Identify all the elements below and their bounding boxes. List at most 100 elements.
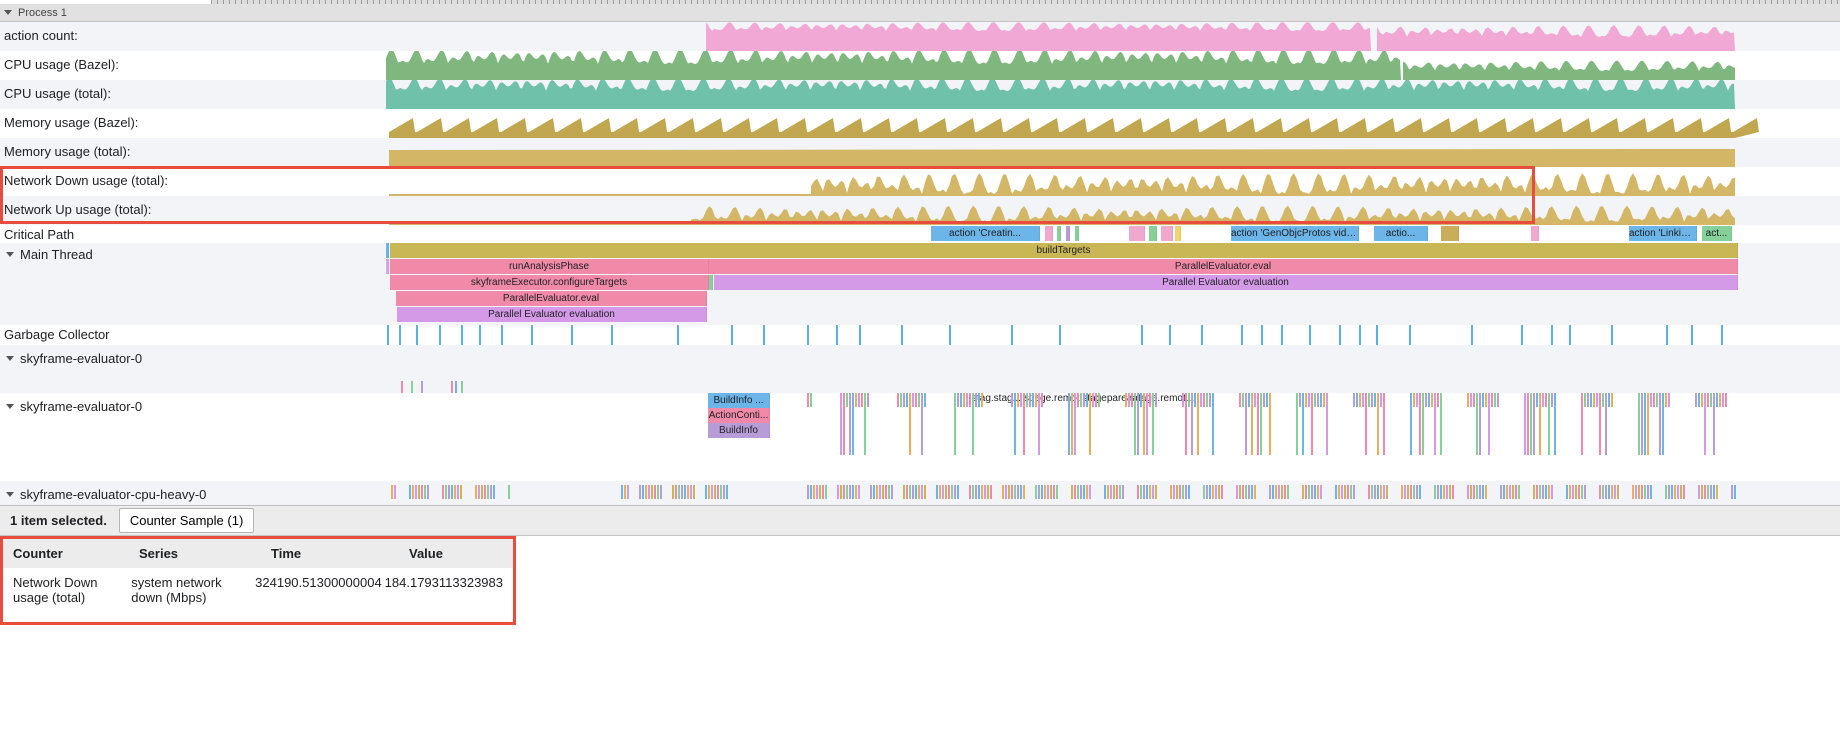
- flame-sliver[interactable]: [1437, 485, 1439, 499]
- flame-sliver[interactable]: [939, 485, 941, 499]
- flame-sliver[interactable]: [1074, 485, 1076, 499]
- track-skyframe[interactable]: skyframe-evaluator-cpu-heavy-0: [0, 481, 1840, 505]
- flame-sliver[interactable]: [1659, 393, 1661, 455]
- track-cpu-bazel[interactable]: CPU usage (Bazel):: [0, 51, 1840, 80]
- flame-sliver[interactable]: [891, 485, 893, 499]
- flame-sliver[interactable]: [451, 485, 453, 499]
- flame-sliver[interactable]: [1098, 393, 1100, 407]
- flame-sliver[interactable]: [984, 485, 986, 499]
- flame-sliver[interactable]: [1203, 393, 1205, 407]
- flame-sliver[interactable]: [1020, 393, 1022, 407]
- flame-sliver[interactable]: [1380, 485, 1382, 499]
- flame-sliver[interactable]: [975, 393, 977, 407]
- col-series[interactable]: Series: [139, 546, 271, 561]
- flame-sliver[interactable]: [1287, 485, 1289, 499]
- flame-sliver[interactable]: [1131, 393, 1133, 407]
- flame-sliver[interactable]: [1251, 393, 1253, 455]
- flame-sliver[interactable]: [1302, 485, 1304, 499]
- flame-sliver[interactable]: [672, 485, 674, 499]
- flame-sliver[interactable]: [681, 485, 683, 499]
- flame-sliver[interactable]: [1008, 485, 1010, 499]
- flame-sliver[interactable]: [1152, 393, 1154, 455]
- flame-sliver[interactable]: [1590, 393, 1592, 407]
- flame-sliver[interactable]: [1677, 485, 1679, 499]
- flame-sliver[interactable]: [1401, 485, 1403, 499]
- flame-sliver[interactable]: [409, 485, 411, 499]
- flame-sliver[interactable]: [1005, 485, 1007, 499]
- flame-sliver[interactable]: [1074, 393, 1076, 455]
- flame-sliver[interactable]: [1551, 393, 1553, 407]
- flame-sliver[interactable]: [846, 485, 848, 499]
- flame-sliver[interactable]: [1443, 485, 1445, 499]
- flame-sliver[interactable]: [972, 393, 974, 455]
- flame-sliver[interactable]: [1641, 485, 1643, 499]
- flame-sliver[interactable]: [714, 485, 716, 499]
- flame-sliver[interactable]: [1470, 393, 1472, 407]
- flame-sliver[interactable]: [1548, 393, 1550, 455]
- flame-sliver[interactable]: [852, 485, 854, 499]
- flame-sliver[interactable]: [1545, 393, 1547, 407]
- flame-sliver[interactable]: [1434, 393, 1436, 455]
- flame-sliver[interactable]: [915, 485, 917, 499]
- flame-sliver[interactable]: [1308, 393, 1310, 407]
- flame-sliver[interactable]: [1269, 485, 1271, 499]
- flame-block[interactable]: [1057, 226, 1061, 241]
- flame-sliver[interactable]: [1149, 393, 1151, 407]
- flame-sliver[interactable]: [1440, 485, 1442, 499]
- flame-sliver[interactable]: [1209, 485, 1211, 499]
- flame-sliver[interactable]: [1539, 393, 1541, 455]
- flame-sliver[interactable]: [1152, 485, 1154, 499]
- flame-sliver[interactable]: [1023, 485, 1025, 499]
- flame-block[interactable]: runAnalysisPhase: [390, 259, 709, 274]
- flame-block[interactable]: ParallelEvaluator.eval: [396, 291, 707, 306]
- flame-sliver[interactable]: [1146, 485, 1148, 499]
- flame-sliver[interactable]: [918, 485, 920, 499]
- flame-sliver[interactable]: [1068, 393, 1070, 455]
- flame-sliver[interactable]: [1518, 485, 1520, 499]
- flame-sliver[interactable]: [481, 485, 483, 499]
- flame-block[interactable]: [386, 259, 389, 274]
- track-action-count[interactable]: action count:: [0, 22, 1840, 51]
- flame-sliver[interactable]: [1416, 485, 1418, 499]
- flame-sliver[interactable]: [957, 485, 959, 499]
- flame-sliver[interactable]: [1011, 393, 1013, 407]
- flame-sliver[interactable]: [1476, 393, 1478, 455]
- flame-sliver[interactable]: [1269, 393, 1271, 455]
- flame-sliver[interactable]: [1182, 393, 1184, 407]
- flame-block[interactable]: buildTargets: [390, 243, 1738, 258]
- flame-sliver[interactable]: [1554, 393, 1556, 455]
- flame-sliver[interactable]: [1365, 393, 1367, 455]
- flame-sliver[interactable]: [1314, 393, 1316, 407]
- flame-sliver[interactable]: [490, 485, 492, 499]
- flame-sliver[interactable]: [421, 381, 423, 393]
- flame-sliver[interactable]: [401, 381, 403, 393]
- flame-sliver[interactable]: [1473, 393, 1475, 407]
- flame-sliver[interactable]: [1077, 485, 1079, 499]
- flame-sliver[interactable]: [1599, 393, 1601, 455]
- flame-sliver[interactable]: [1542, 485, 1544, 499]
- flame-sliver[interactable]: [1416, 393, 1418, 407]
- flame-sliver[interactable]: [1605, 485, 1607, 499]
- flame-sliver[interactable]: [1296, 393, 1298, 455]
- flame-sliver[interactable]: [1242, 485, 1244, 499]
- flame-sliver[interactable]: [1644, 485, 1646, 499]
- flame-sliver[interactable]: [1485, 393, 1487, 407]
- flame-sliver[interactable]: [1284, 485, 1286, 499]
- flame-sliver[interactable]: [1254, 485, 1256, 499]
- flame-sliver[interactable]: [1596, 393, 1598, 407]
- flame-sliver[interactable]: [461, 381, 463, 393]
- flame-sliver[interactable]: [711, 485, 713, 499]
- flame-sliver[interactable]: [978, 393, 980, 407]
- flame-sliver[interactable]: [1188, 485, 1190, 499]
- flame-block[interactable]: BuildInfo: [708, 423, 770, 438]
- flame-sliver[interactable]: [972, 485, 974, 499]
- flame-sliver[interactable]: [816, 485, 818, 499]
- track-main-thread[interactable]: Main Thread buildTargetsrunAnalysisPhase…: [0, 243, 1840, 325]
- flame-sliver[interactable]: [1026, 393, 1028, 407]
- flame-sliver[interactable]: [1647, 393, 1649, 455]
- flame-sliver[interactable]: [1092, 393, 1094, 407]
- flame-block[interactable]: [1149, 226, 1157, 241]
- flame-block[interactable]: [1045, 226, 1053, 241]
- flame-sliver[interactable]: [418, 485, 420, 499]
- flame-sliver[interactable]: [1467, 393, 1469, 407]
